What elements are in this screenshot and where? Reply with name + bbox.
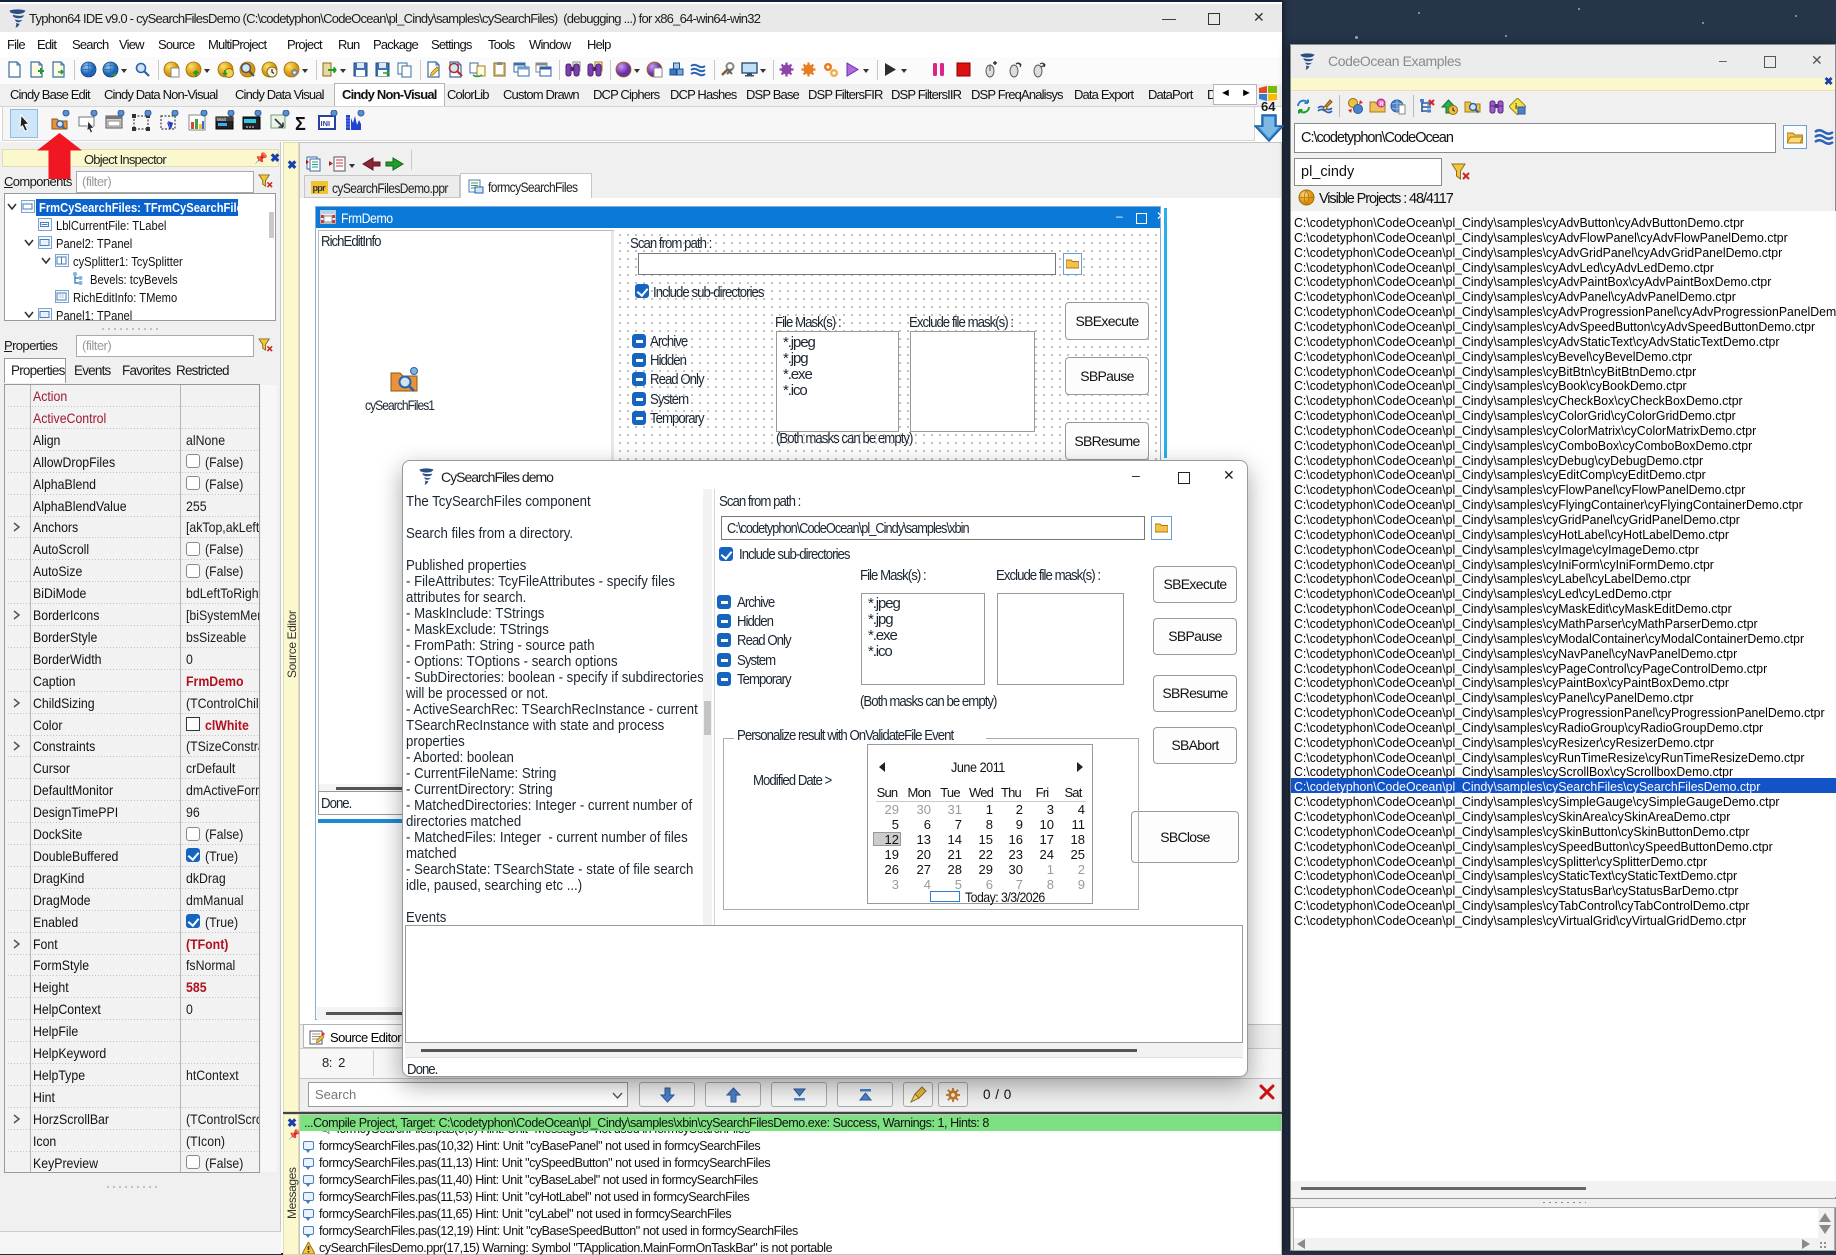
svg-text:Wait: Wait [217,117,227,122]
svg-text:Σ: Σ [295,114,306,134]
svg-text:INI: INI [321,119,331,128]
svg-text:R: R [1379,102,1384,108]
svg-text:ppr: ppr [313,183,327,193]
svg-text:V: V [167,121,173,131]
svg-text:i: i [1515,102,1517,111]
